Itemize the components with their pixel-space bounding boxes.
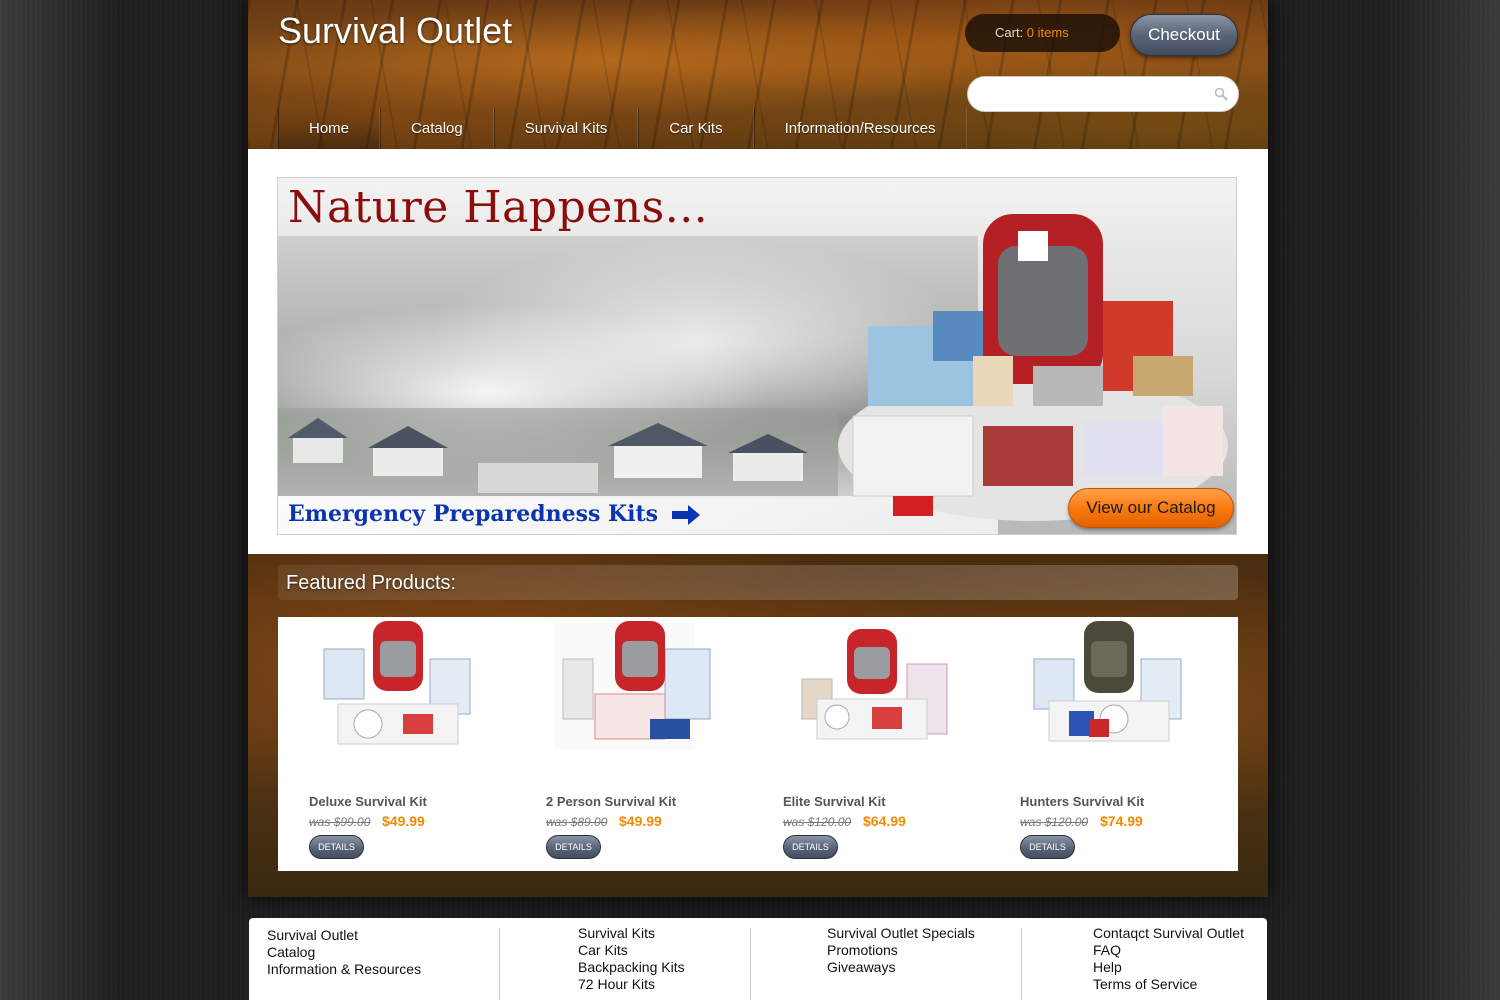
product-image[interactable] [792,619,952,749]
footer-link[interactable]: Help [1093,959,1244,976]
product-grid: Deluxe Survival Kit was $99.00 $49.99 DE… [278,617,1238,871]
featured-section: Featured Products: Deluxe Survival Kit w… [248,554,1268,897]
banner-subheadline[interactable]: Emergency Preparedness Kits [288,501,658,527]
footer-column-2: Survival Kits Car Kits Backpacking Kits … [578,925,685,993]
banner-headline: Nature Happens... [288,182,709,233]
details-button[interactable]: DETAILS [783,835,838,859]
footer-divider [499,928,500,1000]
cart-label: Cart: [995,25,1024,40]
footer-link[interactable]: Catalog [267,944,421,961]
product-price: $49.99 [619,813,662,829]
search-icon[interactable] [1214,87,1228,101]
nav-car-kits[interactable]: Car Kits [638,108,754,149]
footer-link[interactable]: Giveaways [827,959,975,976]
product-card: Elite Survival Kit was $120.00 $64.99 DE… [752,617,989,871]
product-price: $74.99 [1100,813,1143,829]
site-footer: Survival Outlet Catalog Information & Re… [249,918,1267,1000]
footer-link[interactable]: Backpacking Kits [578,959,685,976]
nav-survival-kits[interactable]: Survival Kits [493,108,639,149]
product-was-price: was $120.00 [1020,815,1089,829]
product-was-price: was $99.00 [309,815,371,829]
houses-illustration [278,408,838,498]
nav-catalog[interactable]: Catalog [380,108,494,149]
product-image[interactable] [1029,619,1189,749]
product-price: $49.99 [382,813,425,829]
footer-column-1: Survival Outlet Catalog Information & Re… [267,927,421,978]
product-name[interactable]: Elite Survival Kit [783,794,886,809]
product-card: Deluxe Survival Kit was $99.00 $49.99 DE… [278,617,515,871]
page-container: Survival Outlet Cart: 0 items Checkout H… [248,0,1268,897]
search-input[interactable] [982,85,1212,105]
footer-link[interactable]: Survival Outlet Specials [827,925,975,942]
site-title[interactable]: Survival Outlet [278,10,512,52]
footer-column-4: Contaqct Survival Outlet FAQ Help Terms … [1093,925,1244,993]
product-name[interactable]: Hunters Survival Kit [1020,794,1144,809]
footer-divider [750,928,751,1000]
footer-link[interactable]: FAQ [1093,942,1244,959]
arrow-right-icon [672,505,700,525]
footer-column-3: Survival Outlet Specials Promotions Give… [827,925,975,976]
product-price: $64.99 [863,813,906,829]
featured-title: Featured Products: [286,572,457,594]
nav-home[interactable]: Home [278,108,381,149]
footer-divider [1021,928,1022,1000]
product-image[interactable] [555,619,715,749]
nav-information-resources[interactable]: Information/Resources [753,108,967,149]
footer-link[interactable]: Survival Kits [578,925,685,942]
footer-link[interactable]: Information & Resources [267,961,421,978]
product-was-price: was $120.00 [783,815,852,829]
product-name[interactable]: Deluxe Survival Kit [309,794,427,809]
banner-section: Nature Happens... Emergency Preparedness… [248,149,1268,554]
checkout-button[interactable]: Checkout [1130,14,1238,56]
footer-link[interactable]: 72 Hour Kits [578,976,685,993]
view-catalog-button[interactable]: View our Catalog [1068,488,1234,528]
search-box [967,76,1239,112]
details-button[interactable]: DETAILS [546,835,601,859]
product-card: Hunters Survival Kit was $120.00 $74.99 … [989,617,1226,871]
cart-summary[interactable]: Cart: 0 items [965,14,1120,52]
site-header: Survival Outlet Cart: 0 items Checkout H… [248,0,1268,149]
survival-kit-image [838,214,1228,521]
main-nav: Home Catalog Survival Kits Car Kits Info… [278,108,967,149]
details-button[interactable]: DETAILS [309,835,364,859]
footer-link[interactable]: Car Kits [578,942,685,959]
details-button[interactable]: DETAILS [1020,835,1075,859]
product-image[interactable] [318,619,478,749]
hero-banner[interactable]: Nature Happens... Emergency Preparedness… [277,177,1237,535]
featured-header: Featured Products: [278,565,1238,600]
product-card: 2 Person Survival Kit was $89.00 $49.99 … [515,617,752,871]
footer-link[interactable]: Promotions [827,942,975,959]
footer-link[interactable]: Survival Outlet [267,927,421,944]
product-was-price: was $89.00 [546,815,608,829]
cart-count[interactable]: 0 items [1027,25,1069,40]
footer-link[interactable]: Terms of Service [1093,976,1244,993]
footer-link[interactable]: Contaqct Survival Outlet [1093,925,1244,942]
product-name[interactable]: 2 Person Survival Kit [546,794,676,809]
